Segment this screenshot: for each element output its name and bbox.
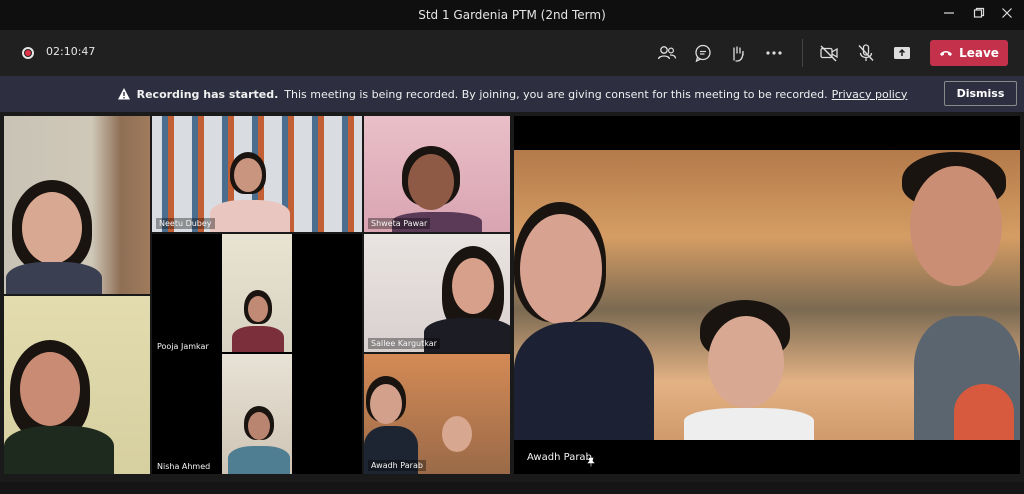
- recording-indicator-icon: [22, 47, 34, 59]
- video-tile[interactable]: Sallee Kargutkar: [364, 234, 510, 352]
- spotlight-participant-name: Awadh Parab: [527, 452, 592, 463]
- pin-icon: [587, 457, 595, 467]
- participant-label-row: Pooja Jamkar: [152, 338, 222, 352]
- privacy-policy-link[interactable]: Privacy policy: [832, 88, 908, 101]
- camera-toggle-button[interactable]: [818, 42, 840, 64]
- reactions-button[interactable]: [727, 42, 749, 64]
- toolbar-divider: [802, 39, 803, 67]
- participant-name: Nisha Ahmed: [157, 462, 211, 471]
- close-icon: [1002, 8, 1012, 18]
- minimize-icon: [944, 12, 954, 14]
- leave-button[interactable]: Leave: [930, 40, 1008, 66]
- meeting-timer: 02:10:47: [46, 45, 96, 58]
- participant-name: Sallee Kargutkar: [368, 338, 440, 349]
- participant-name: Pooja Jamkar: [157, 342, 209, 351]
- dismiss-button[interactable]: Dismiss: [944, 81, 1017, 106]
- hang-up-icon: [940, 51, 953, 56]
- chat-button[interactable]: [692, 42, 714, 64]
- video-tile[interactable]: [222, 354, 292, 474]
- video-tile[interactable]: [4, 296, 150, 474]
- banner-message: This meeting is being recorded. By joini…: [284, 87, 828, 101]
- participant-name: Awadh Parab: [368, 460, 426, 471]
- recording-banner: Recording has started. This meeting is b…: [0, 76, 1024, 112]
- video-tile[interactable]: [4, 116, 150, 294]
- spotlight-tile[interactable]: Awadh Parab: [514, 116, 1020, 474]
- participant-name: Neetu Dubey: [156, 218, 215, 229]
- minimize-button[interactable]: [940, 6, 958, 24]
- video-tile[interactable]: Shweta Pawar: [364, 116, 510, 232]
- video-tile[interactable]: Neetu Dubey: [152, 116, 362, 232]
- more-options-icon: [766, 51, 782, 55]
- more-options-button[interactable]: [763, 42, 785, 64]
- restore-icon: [973, 7, 985, 18]
- share-screen-icon: [894, 47, 910, 59]
- window-title: Std 1 Gardenia PTM (2nd Term): [418, 8, 606, 22]
- close-button[interactable]: [998, 6, 1016, 24]
- share-screen-button[interactable]: [891, 42, 913, 64]
- meeting-toolbar: 02:10:47 Leave: [0, 30, 1024, 76]
- people-icon: [657, 46, 677, 60]
- bottom-strip: [0, 482, 1024, 494]
- video-tile[interactable]: [222, 234, 292, 352]
- chat-icon: [695, 44, 711, 63]
- raise-hand-icon: [733, 46, 744, 62]
- warning-icon: [117, 88, 130, 100]
- participants-button[interactable]: [656, 42, 678, 64]
- title-bar: Std 1 Gardenia PTM (2nd Term): [0, 0, 1024, 30]
- mic-off-icon: [858, 44, 874, 61]
- restore-button[interactable]: [970, 6, 988, 24]
- participant-name: Shweta Pawar: [368, 218, 431, 229]
- leave-label: Leave: [959, 46, 999, 60]
- mic-toggle-button[interactable]: [855, 42, 877, 64]
- banner-title: Recording has started.: [136, 87, 279, 101]
- participant-label-row: Nisha Ahmed: [152, 458, 222, 472]
- video-tile[interactable]: Awadh Parab: [364, 354, 510, 474]
- video-stage: Neetu Dubey Shweta Pawar Pooja Jamkar Ni…: [0, 112, 1024, 482]
- camera-off-icon: [820, 45, 838, 62]
